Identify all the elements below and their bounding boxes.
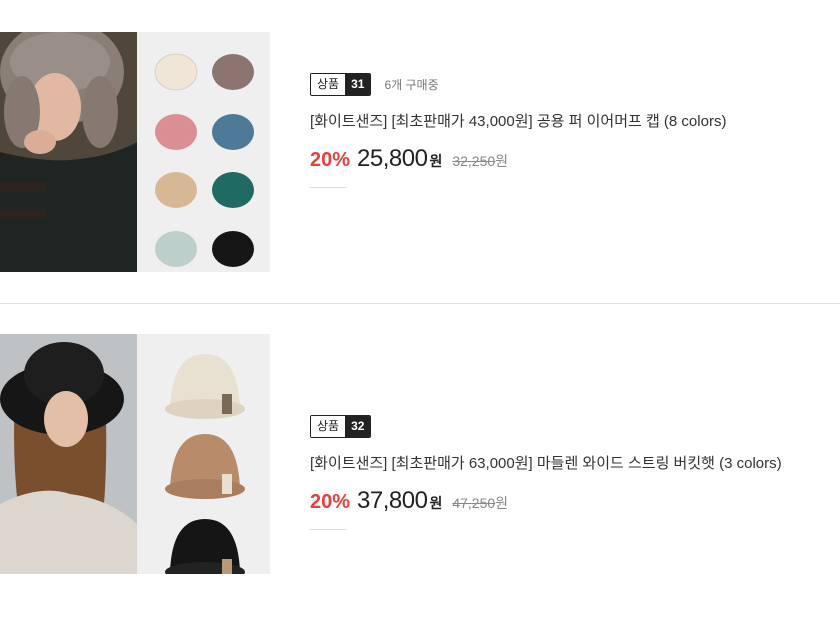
original-currency: 원 xyxy=(495,495,509,511)
buyers-count: 6개 구매중 xyxy=(384,77,439,92)
discount-rate: 20% xyxy=(310,149,351,171)
tag-label: 상품 xyxy=(311,415,346,437)
original-currency: 원 xyxy=(495,153,509,169)
price-row: 20% 37,800 원 47,250 원 xyxy=(310,487,782,515)
product-title[interactable]: [화이트샌즈] [최초판매가 43,000원] 공용 퍼 이어머프 캡 (8 c… xyxy=(310,110,726,131)
sale-price: 25,800 xyxy=(357,145,428,172)
currency-label: 원 xyxy=(429,495,443,511)
discount-rate: 20% xyxy=(310,491,351,513)
divider-line xyxy=(310,187,346,188)
product-image[interactable] xyxy=(0,334,270,574)
product-tag: 상품 31 xyxy=(310,72,372,96)
product-title[interactable]: [화이트샌즈] [최초판매가 63,000원] 마들렌 와이드 스트링 버킷햇 … xyxy=(310,452,782,473)
currency-label: 원 xyxy=(429,153,443,169)
original-price: 32,250 xyxy=(452,153,496,169)
original-price: 47,250 xyxy=(452,495,496,511)
product-card[interactable]: 상품 31 6개 구매중 [화이트샌즈] [최초판매가 43,000원] 공용 … xyxy=(0,32,840,272)
product-card[interactable]: 상품 32 [화이트샌즈] [최초판매가 63,000원] 마들렌 와이드 스트… xyxy=(0,334,840,574)
tag-row: 상품 32 xyxy=(310,414,782,438)
tag-number: 31 xyxy=(345,73,371,95)
sale-price: 37,800 xyxy=(357,487,428,514)
product-info: 상품 31 6개 구매중 [화이트샌즈] [최초판매가 43,000원] 공용 … xyxy=(310,72,726,188)
tag-number: 32 xyxy=(345,415,371,437)
product-image[interactable] xyxy=(0,32,270,272)
tag-label: 상품 xyxy=(311,73,346,95)
product-tag: 상품 32 xyxy=(310,414,372,438)
product-info: 상품 32 [화이트샌즈] [최초판매가 63,000원] 마들렌 와이드 스트… xyxy=(310,414,782,530)
tag-row: 상품 31 6개 구매중 xyxy=(310,72,726,96)
divider-line xyxy=(310,529,346,530)
price-row: 20% 25,800 원 32,250 원 xyxy=(310,145,726,173)
section-divider xyxy=(0,303,840,304)
